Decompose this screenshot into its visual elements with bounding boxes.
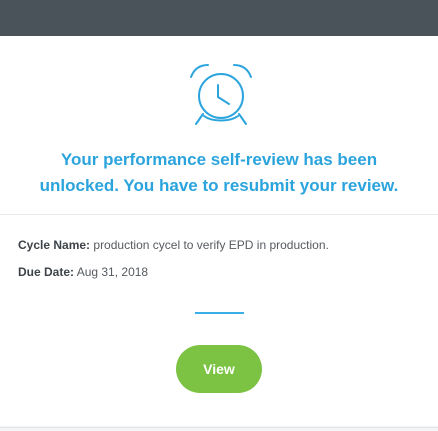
view-button[interactable]: View <box>176 345 262 393</box>
section-divider <box>0 214 438 215</box>
due-date-row: Due Date: Aug 31, 2018 <box>18 265 148 279</box>
headline-line-2: unlocked. You have to resubmit your revi… <box>39 176 399 195</box>
top-bar <box>0 0 438 36</box>
headline-message: Your performance self-review has been un… <box>0 147 438 199</box>
headline-line-1: Your performance self-review has been <box>60 150 378 169</box>
alarm-clock-icon <box>182 58 260 140</box>
cycle-name-row: Cycle Name: production cycel to verify E… <box>18 238 329 252</box>
bottom-border <box>0 427 438 428</box>
due-date-value: Aug 31, 2018 <box>76 265 149 279</box>
due-date-label: Due Date: <box>18 265 75 279</box>
cycle-name-value: production cycel to verify EPD in produc… <box>93 238 329 252</box>
accent-divider <box>195 312 244 314</box>
cycle-name-label: Cycle Name: <box>18 238 91 252</box>
notification-card: Your performance self-review has been un… <box>0 36 438 426</box>
